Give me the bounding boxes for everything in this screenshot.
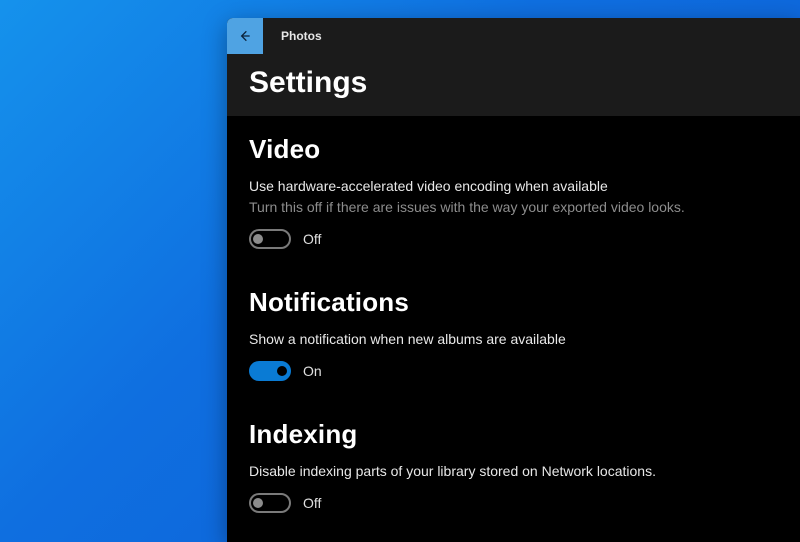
indexing-toggle-row: Off — [249, 493, 778, 513]
indexing-setting-label: Disable indexing parts of your library s… — [249, 462, 778, 481]
titlebar: Photos — [227, 18, 800, 54]
notifications-toggle-row: On — [249, 361, 778, 381]
video-toggle-state: Off — [303, 231, 321, 247]
app-title: Photos — [263, 18, 322, 54]
photos-settings-window: Photos Settings Video Use hardware-accel… — [227, 18, 800, 542]
notifications-toggle-state: On — [303, 363, 322, 379]
section-indexing: Indexing Disable indexing parts of your … — [249, 419, 778, 513]
section-notifications: Notifications Show a notification when n… — [249, 287, 778, 381]
settings-content: Video Use hardware-accelerated video enc… — [227, 116, 800, 513]
toggle-knob-icon — [277, 366, 287, 376]
new-albums-notification-toggle[interactable] — [249, 361, 291, 381]
page-title: Settings — [249, 66, 778, 100]
section-title-video: Video — [249, 134, 778, 165]
indexing-toggle-state: Off — [303, 495, 321, 511]
back-arrow-icon — [237, 28, 253, 44]
section-video: Video Use hardware-accelerated video enc… — [249, 134, 778, 249]
video-setting-label: Use hardware-accelerated video encoding … — [249, 177, 778, 196]
section-title-notifications: Notifications — [249, 287, 778, 318]
section-title-indexing: Indexing — [249, 419, 778, 450]
video-toggle-row: Off — [249, 229, 778, 249]
toggle-knob-icon — [253, 234, 263, 244]
network-indexing-toggle[interactable] — [249, 493, 291, 513]
video-setting-sublabel: Turn this off if there are issues with t… — [249, 198, 778, 217]
video-encoding-toggle[interactable] — [249, 229, 291, 249]
back-button[interactable] — [227, 18, 263, 54]
toggle-knob-icon — [253, 498, 263, 508]
page-title-bar: Settings — [227, 54, 800, 116]
notifications-setting-label: Show a notification when new albums are … — [249, 330, 778, 349]
